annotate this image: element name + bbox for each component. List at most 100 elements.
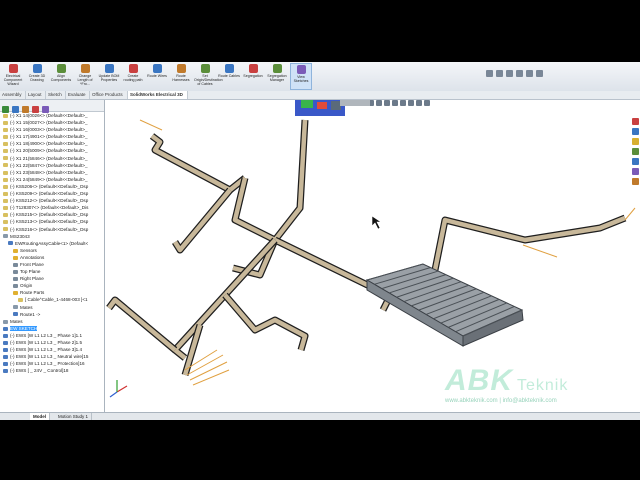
- ribbon-icon: [176, 64, 186, 73]
- tree-item[interactable]: (-) KS5216<> (Default<<Default>_Dsp: [0, 226, 104, 233]
- component-icon: [13, 255, 18, 260]
- cable-tray[interactable]: [150, 134, 247, 193]
- component-icon: [3, 177, 8, 182]
- tree-item[interactable]: Right Plane: [0, 275, 104, 282]
- tree-item[interactable]: (-) X1 24(5849<> (Default<<Default>_: [0, 176, 104, 183]
- tree-item-label: (-) X1 23(5848<> (Default<<Default>_: [10, 169, 88, 175]
- component-icon: [13, 262, 18, 267]
- tree-item[interactable]: (-) EWS [W L1 L2 L3 _ Neutral wire]15: [0, 353, 104, 360]
- tree-item[interactable]: (-) KS5213<> (Default<<Default>_Dsp: [0, 218, 104, 225]
- tree-item-label: (-) EWS [W L1 L2 L3 _ Protection]16: [10, 361, 85, 367]
- ribbon-button-4[interactable]: Update BOM Properties: [98, 63, 120, 90]
- ribbon-icon: [152, 64, 162, 73]
- component-icon: [13, 291, 18, 296]
- tree-item[interactable]: (-) X1 23(5848<> (Default<<Default>_: [0, 169, 104, 176]
- tree-item[interactable]: (-) KS5215<> (Default<<Default>_Dsp: [0, 211, 104, 218]
- tab-assembly[interactable]: Assembly: [0, 91, 26, 99]
- component-icon: [3, 220, 8, 225]
- component-icon: [3, 184, 8, 189]
- ribbon-button-1[interactable]: Create 3D Drawing: [26, 63, 48, 90]
- tree-item[interactable]: (-) T128307<> (Default<<Default>_Dis: [0, 204, 104, 211]
- triad-axes: [109, 380, 128, 398]
- tab-sketch[interactable]: Sketch: [46, 91, 66, 99]
- component-icon: [3, 213, 8, 218]
- tree-item-label: (-) KS5216<> (Default<<Default>_Dsp: [10, 226, 89, 232]
- tree-item-label: (-) KS5213<> (Default<<Default>_Dsp: [10, 219, 89, 225]
- tree-item[interactable]: Front Plane: [0, 261, 104, 268]
- tree-item[interactable]: (-) EWS [W L1 L2 L3 _ Protection]16: [0, 360, 104, 367]
- component-icon: [13, 248, 18, 253]
- tree-item[interactable]: Sensors: [0, 247, 104, 254]
- ribbon-button-8[interactable]: Set Origin/Destination of Cables: [194, 63, 223, 90]
- tree-item-label: Route Parts: [20, 290, 45, 296]
- ribbon-button-9[interactable]: Route Cables: [218, 63, 240, 90]
- help-icon[interactable]: [496, 70, 503, 77]
- tree-item[interactable]: (-) X1 14(0026<> (Default<<Default>_: [0, 112, 104, 119]
- tree-item-label: (-) KS5215<> (Default<<Default>_Dsp: [10, 212, 89, 218]
- options-icon[interactable]: [506, 70, 513, 77]
- tree-item[interactable]: Route Parts: [0, 289, 104, 296]
- tree-item[interactable]: Origin: [0, 282, 104, 289]
- bottom-tab-motion-study-1[interactable]: Motion Study 1: [55, 413, 93, 420]
- tree-item[interactable]: (-) KS5209<> (Default<<Default>_Dsp: [0, 190, 104, 197]
- tree-item[interactable]: [ Cable^Cable_1-4468-003 ]<1: [0, 296, 104, 303]
- component-icon: [13, 284, 18, 289]
- tree-item[interactable]: (-) EWS [W L1 L2 L3 _ Phase 1]1.1: [0, 332, 104, 339]
- tab-solidworks-electrical-3d[interactable]: SolidWorks Electrical 3D: [128, 91, 188, 99]
- tree-item[interactable]: (-) KS5212<> (Default<<Default>_Dsp: [0, 197, 104, 204]
- tree-item[interactable]: Route1 ->: [0, 311, 104, 318]
- ribbon-button-3[interactable]: Change Length of *Fro...: [74, 63, 96, 90]
- tree-item[interactable]: (-) X1 17(4901<> (Default<<Default>_: [0, 133, 104, 140]
- tree-item[interactable]: (-) EWS [ _ 24V _ Control]18: [0, 367, 104, 374]
- ribbon-button-2[interactable]: Align Components: [50, 63, 72, 90]
- tab-evaluate[interactable]: Evaluate: [66, 91, 90, 99]
- ribbon-button-12[interactable]: View Sketches: [290, 63, 312, 90]
- search-icon[interactable]: [486, 70, 493, 77]
- tree-item-label: EW SKETCH: [10, 325, 38, 331]
- tree-item[interactable]: (-) X1 22(5847<> (Default<<Default>_: [0, 162, 104, 169]
- tree-item[interactable]: (-) EWS [W L1 L2 L3 _ Phase 3]1.4: [0, 346, 104, 353]
- tree-item[interactable]: (-) EWS [W L1 L2 L3 _ Phase 2]1.5: [0, 339, 104, 346]
- tree-item[interactable]: Mates: [0, 304, 104, 311]
- tab-layout[interactable]: Layout: [26, 91, 46, 99]
- ribbon-button-label: Change Length of *Fro...: [77, 74, 93, 86]
- tree-item-label: Mates: [20, 304, 33, 310]
- component-icon: [18, 298, 23, 303]
- ribbon-button-0[interactable]: Electrical Component Wizard: [2, 63, 24, 90]
- close-icon[interactable]: [536, 70, 543, 77]
- tree-item[interactable]: (-) X1 15(0027<> (Default<<Default>_: [0, 119, 104, 126]
- cable-tray[interactable]: [223, 293, 308, 351]
- ribbon-button-5[interactable]: Create routing path: [122, 63, 144, 90]
- tree-item[interactable]: (-) X1 21(5846<> (Default<<Default>_: [0, 155, 104, 162]
- wire-stubs: [139, 119, 636, 386]
- tree-item[interactable]: Mates: [0, 318, 104, 325]
- component-icon: [3, 156, 8, 161]
- ribbon-button-11[interactable]: Segregation Manager: [266, 63, 288, 90]
- tree-item[interactable]: (-) X1 18(4900<> (Default<<Default>_: [0, 140, 104, 147]
- component-icon: [3, 333, 8, 338]
- tree-item[interactable]: (-) X1 20(5009<> (Default<<Default>_: [0, 147, 104, 154]
- tree-item-label: Mates: [10, 318, 23, 324]
- restore-icon[interactable]: [526, 70, 533, 77]
- ribbon-icon: [200, 64, 210, 73]
- ribbon-button-label: Align Components: [50, 74, 72, 82]
- tree-item[interactable]: Top Plane: [0, 268, 104, 275]
- ribbon-button-label: Create 3D Drawing: [28, 74, 46, 82]
- tree-item[interactable]: EWRoutingAssyCable<1> (Default<: [0, 240, 104, 247]
- tree-item[interactable]: Annotations: [0, 254, 104, 261]
- tab-office-products[interactable]: Office Products: [90, 91, 128, 99]
- tree-item[interactable]: (-) X1 16(0003<> (Default<<Default>_: [0, 126, 104, 133]
- tree-item[interactable]: (-) KS5206<> (Default<<Default>_Dsp: [0, 183, 104, 190]
- component-icon: [8, 241, 13, 246]
- feature-manager-tree: (-) X1 14(0026<> (Default<<Default>_ (-) …: [0, 100, 105, 412]
- tree-item[interactable]: EW SKETCH: [0, 325, 104, 332]
- component-icon: [3, 198, 8, 203]
- ribbon-button-6[interactable]: Route Wires: [146, 63, 168, 90]
- tree-item[interactable]: MS23043: [0, 233, 104, 240]
- component-icon: [3, 127, 8, 132]
- component-icon: [3, 362, 8, 367]
- ribbon-button-10[interactable]: Segregation: [242, 63, 264, 90]
- bottom-tab-model[interactable]: Model: [30, 413, 50, 420]
- ribbon-button-7[interactable]: Route Harnesses: [170, 63, 192, 90]
- minimize-icon[interactable]: [516, 70, 523, 77]
